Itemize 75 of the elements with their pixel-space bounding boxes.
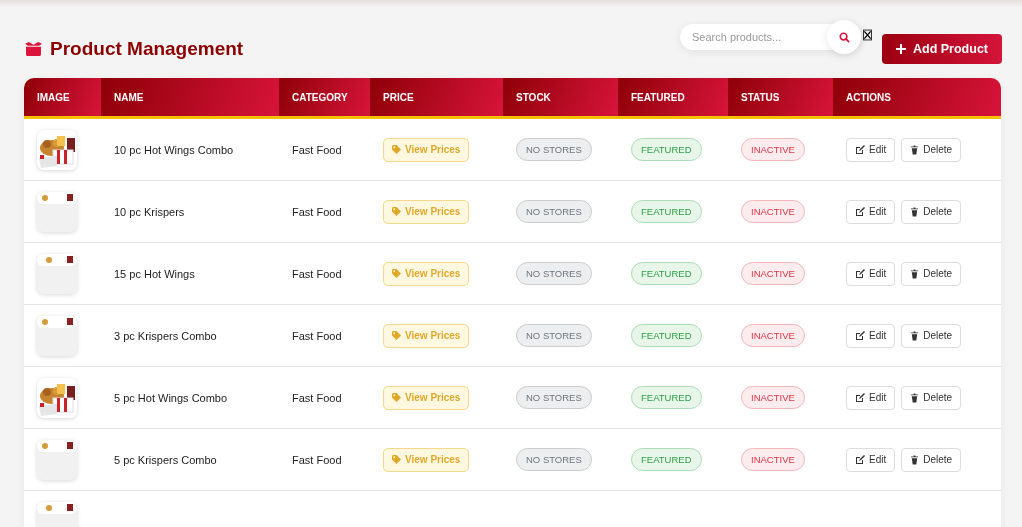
- tag-icon: [392, 331, 401, 340]
- featured-badge: FEATURED: [631, 324, 702, 347]
- product-name: 15 pc Hot Wings: [114, 267, 195, 280]
- trash-icon: [910, 206, 920, 217]
- featured-badge: FEATURED: [631, 262, 702, 285]
- stock-badge: NO STORES: [516, 448, 592, 471]
- category-text: Fast Food: [292, 453, 342, 466]
- edit-icon: [855, 454, 865, 465]
- delete-button[interactable]: Delete: [901, 447, 962, 472]
- column-header: ACTIONS: [833, 78, 1001, 116]
- stock-badge: NO STORES: [516, 262, 592, 285]
- column-header: FEATURED: [618, 78, 728, 116]
- delete-button[interactable]: Delete: [901, 323, 962, 348]
- search-button[interactable]: [827, 20, 861, 54]
- edit-icon: [855, 268, 865, 279]
- plus-icon: [896, 44, 906, 54]
- edit-icon: [855, 392, 865, 403]
- featured-badge: FEATURED: [631, 386, 702, 409]
- delete-button[interactable]: Delete: [901, 385, 962, 410]
- category-text: Fast Food: [292, 143, 342, 156]
- delete-button[interactable]: Delete: [901, 199, 962, 224]
- category-text: Fast Food: [292, 205, 342, 218]
- add-product-button[interactable]: Add Product: [882, 34, 1002, 64]
- search-icon: [838, 31, 850, 43]
- column-header: IMAGE: [24, 78, 101, 116]
- edit-button[interactable]: Edit: [846, 137, 896, 162]
- edit-button[interactable]: Edit: [846, 261, 896, 286]
- tag-icon: [392, 393, 401, 402]
- column-header: NAME: [101, 78, 279, 116]
- featured-badge: FEATURED: [631, 448, 702, 471]
- edit-button[interactable]: Edit: [846, 323, 896, 348]
- column-header: CATEGORY: [279, 78, 370, 116]
- trash-icon: [910, 392, 920, 403]
- product-name: 10 pc Krispers: [114, 205, 185, 218]
- product-name: 5 pc Krispers Combo: [114, 453, 217, 466]
- featured-badge: FEATURED: [631, 138, 702, 161]
- tag-icon: [392, 207, 401, 216]
- edit-icon: [855, 330, 865, 341]
- status-badge: INACTIVE: [741, 200, 805, 223]
- trash-icon: [910, 268, 920, 279]
- edit-icon: [855, 144, 865, 155]
- status-badge: INACTIVE: [741, 138, 805, 161]
- category-text: Fast Food: [292, 267, 342, 280]
- edit-icon: [855, 206, 865, 217]
- tag-icon: [392, 269, 401, 278]
- product-name: 5 pc Hot Wings Combo: [114, 391, 228, 404]
- status-badge: INACTIVE: [741, 448, 805, 471]
- stock-badge: NO STORES: [516, 386, 592, 409]
- status-badge: INACTIVE: [741, 386, 805, 409]
- column-header: PRICE: [370, 78, 503, 116]
- product-name: 10 pc Hot Wings Combo: [114, 143, 234, 156]
- product-name: 3 pc Krispers Combo: [114, 329, 217, 342]
- edit-button[interactable]: Edit: [846, 447, 896, 472]
- close-icon[interactable]: [863, 29, 872, 41]
- stock-badge: NO STORES: [516, 324, 592, 347]
- delete-button[interactable]: Delete: [901, 137, 962, 162]
- stock-badge: NO STORES: [516, 200, 592, 223]
- trash-icon: [910, 144, 920, 155]
- edit-button[interactable]: Edit: [846, 199, 896, 224]
- tag-icon: [392, 455, 401, 464]
- delete-button[interactable]: Delete: [901, 261, 962, 286]
- page-heading: Product Management: [50, 37, 244, 60]
- featured-badge: FEATURED: [631, 200, 702, 223]
- column-header: STATUS: [728, 78, 833, 116]
- trash-icon: [910, 454, 920, 465]
- stock-badge: NO STORES: [516, 138, 592, 161]
- box-icon: [24, 41, 43, 56]
- status-badge: INACTIVE: [741, 324, 805, 347]
- column-header: STOCK: [503, 78, 618, 116]
- category-text: Fast Food: [292, 391, 342, 404]
- trash-icon: [910, 330, 920, 341]
- tag-icon: [392, 145, 401, 154]
- status-badge: INACTIVE: [741, 262, 805, 285]
- edit-button[interactable]: Edit: [846, 385, 896, 410]
- category-text: Fast Food: [292, 329, 342, 342]
